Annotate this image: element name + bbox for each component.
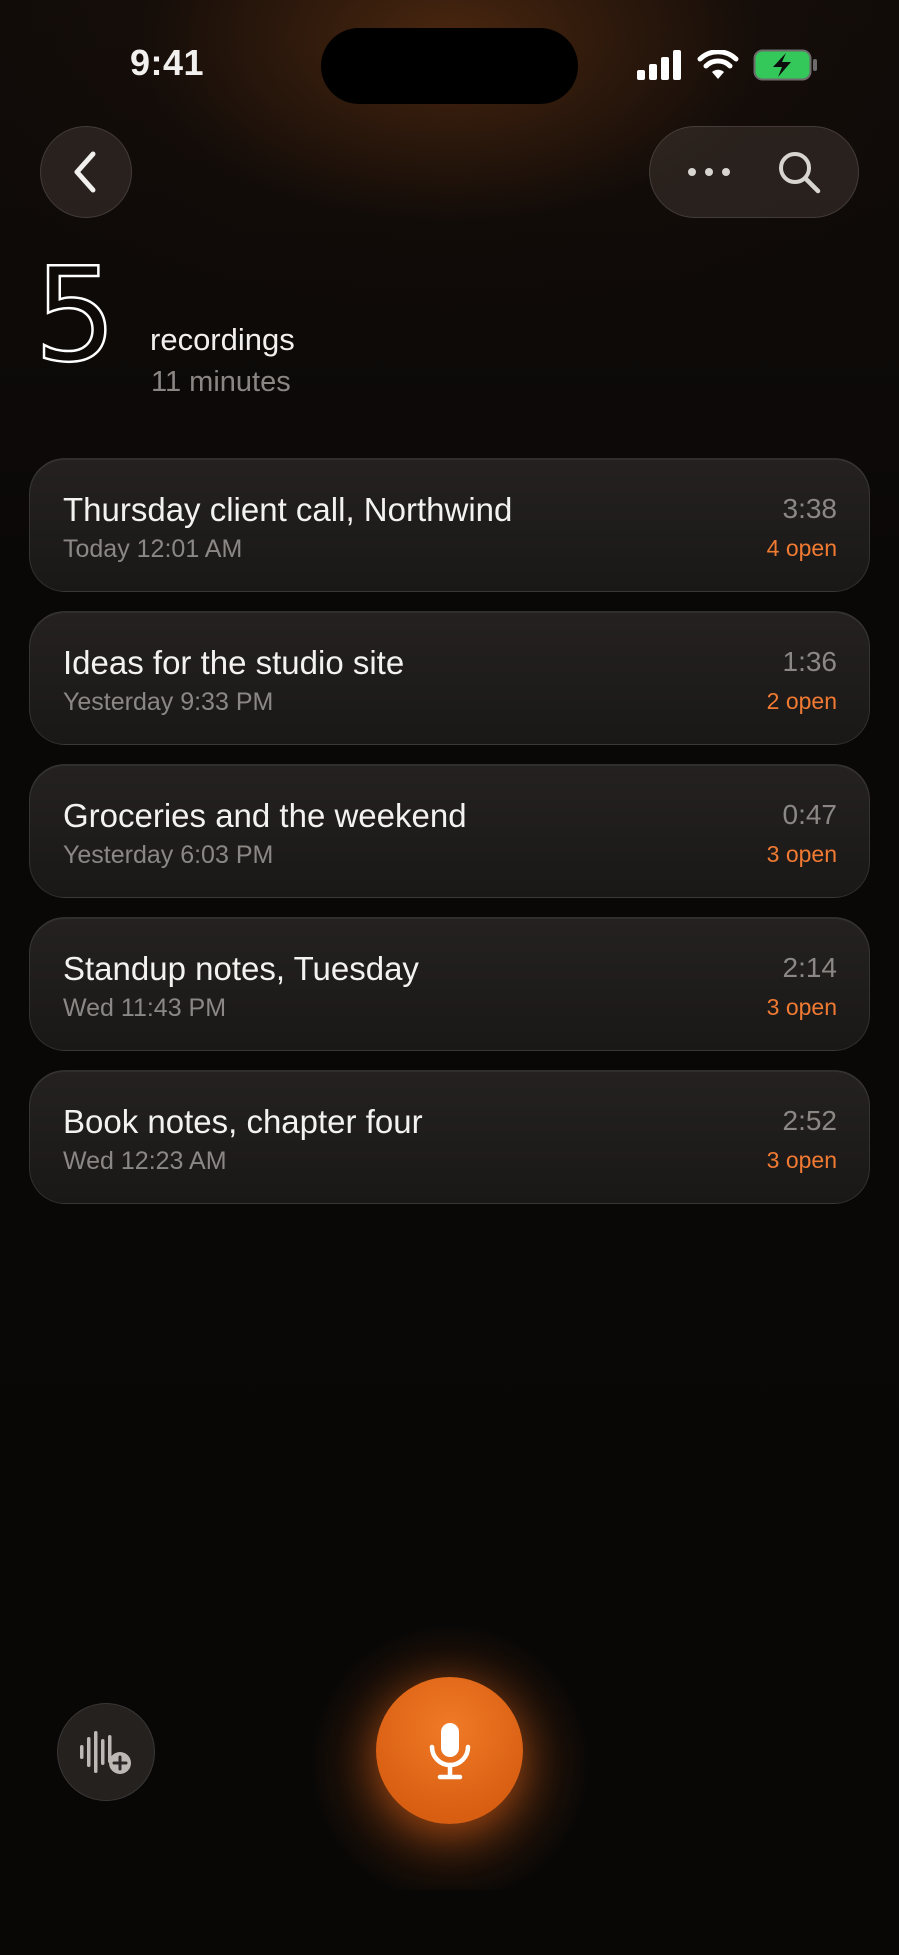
recording-card[interactable]: Standup notes, Tuesday Wed 11:43 PM 2:14… — [29, 917, 870, 1051]
recording-duration: 0:47 — [782, 799, 838, 830]
record-button[interactable] — [376, 1677, 523, 1824]
recording-duration: 2:52 — [782, 1105, 838, 1136]
more-button[interactable] — [669, 132, 749, 212]
recording-duration: 2:14 — [782, 952, 838, 983]
recordings-label: recordings — [150, 322, 295, 357]
recordings-count: 5 — [33, 239, 118, 391]
recording-open-count: 4 open — [766, 535, 837, 561]
waveform-add-icon — [80, 1731, 131, 1774]
recording-card[interactable]: Book notes, chapter four Wed 12:23 AM 2:… — [29, 1070, 870, 1204]
recording-card[interactable]: Thursday client call, Northwind Today 12… — [29, 458, 870, 592]
recording-date: Yesterday 6:03 PM — [63, 841, 274, 869]
recording-card[interactable]: Ideas for the studio site Yesterday 9:33… — [29, 611, 870, 745]
recordings-screen: 9:41 5 recordings 11 minutes Thursday cl… — [0, 0, 899, 1955]
dynamic-island — [321, 28, 578, 104]
recording-title: Groceries and the weekend — [63, 797, 467, 834]
recording-card[interactable]: Groceries and the weekend Yesterday 6:03… — [29, 764, 870, 898]
recording-open-count: 3 open — [766, 841, 837, 867]
search-button[interactable] — [759, 132, 839, 212]
recording-open-count: 2 open — [766, 688, 837, 714]
chevron-left-icon — [74, 151, 96, 193]
signal-icon — [637, 50, 681, 80]
battery-charging-icon — [753, 49, 817, 81]
recording-title: Book notes, chapter four — [63, 1103, 423, 1140]
back-button[interactable] — [40, 126, 132, 218]
search-icon — [779, 152, 821, 194]
recording-date: Yesterday 9:33 PM — [63, 688, 274, 716]
recording-duration: 3:38 — [782, 493, 838, 524]
status-icons — [637, 48, 819, 82]
toolbar-pill — [649, 126, 859, 218]
recording-date: Today 12:01 AM — [63, 535, 243, 563]
recording-title: Ideas for the studio site — [63, 644, 405, 681]
recording-date: Wed 11:43 PM — [63, 994, 227, 1022]
recording-title: Standup notes, Tuesday — [63, 950, 419, 987]
microphone-icon — [429, 1722, 470, 1779]
recording-date: Wed 12:23 AM — [63, 1147, 227, 1175]
recordings-list: Thursday client call, Northwind Today 12… — [29, 458, 870, 1223]
wifi-icon — [697, 50, 739, 79]
ellipsis-icon — [688, 168, 730, 176]
recording-title: Thursday client call, Northwind — [63, 491, 513, 528]
status-time: 9:41 — [130, 42, 205, 83]
total-duration: 11 minutes — [151, 366, 291, 398]
add-audio-button[interactable] — [57, 1703, 155, 1801]
recording-open-count: 3 open — [766, 994, 837, 1020]
recording-duration: 1:36 — [782, 646, 838, 677]
recording-open-count: 3 open — [766, 1147, 837, 1173]
